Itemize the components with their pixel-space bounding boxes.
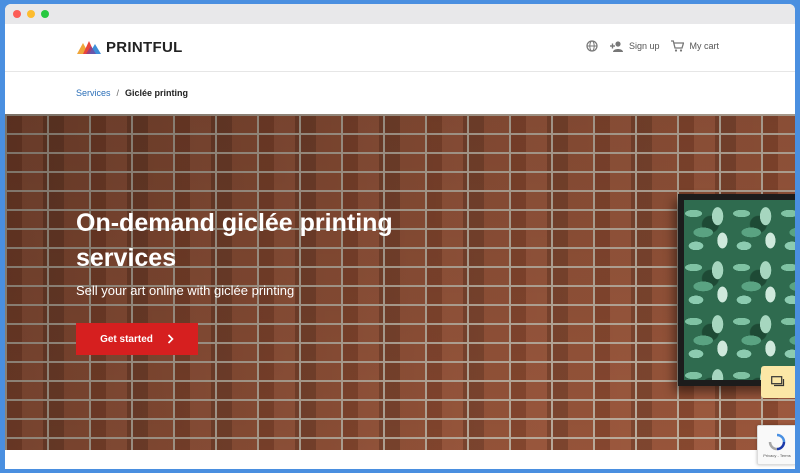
hero-title: On-demand giclée printing services (76, 209, 393, 272)
close-window-button[interactable] (13, 10, 21, 18)
tropical-leaves-artwork (684, 200, 795, 380)
recaptcha-icon (768, 433, 786, 450)
breadcrumb-separator: / (116, 88, 120, 98)
my-cart-label: My cart (689, 41, 719, 51)
logo-text: PRINTFUL (106, 39, 183, 56)
sign-up-label: Sign up (628, 41, 660, 51)
hero-subtitle: Sell your art online with giclée printin… (76, 283, 295, 298)
browser-titlebar (5, 4, 795, 24)
my-cart-link[interactable]: My cart (671, 40, 719, 52)
chat-widget-button[interactable] (761, 366, 795, 398)
framed-art-print (678, 194, 795, 386)
maximize-window-button[interactable] (41, 10, 49, 18)
breadcrumb-current: Giclée printing (125, 88, 189, 98)
logo-mark-icon (77, 41, 101, 54)
sign-up-link[interactable]: Sign up (609, 40, 660, 52)
get-started-button[interactable]: Get started (76, 323, 198, 355)
browser-window: PRINTFUL Sign up My cart Services / Gicl… (5, 4, 795, 469)
recaptcha-badge[interactable]: Privacy - Terms (757, 425, 795, 465)
minimize-window-button[interactable] (27, 10, 35, 18)
cart-icon (671, 40, 685, 52)
chat-icon (771, 376, 785, 387)
add-user-icon (609, 40, 623, 52)
hero-banner: On-demand giclée printing services Sell … (5, 114, 795, 450)
breadcrumb-services-link[interactable]: Services (76, 88, 111, 98)
chevron-right-icon (167, 334, 174, 344)
get-started-label: Get started (100, 333, 153, 345)
printful-logo[interactable]: PRINTFUL (77, 39, 183, 56)
hero-overlay (5, 114, 795, 450)
language-selector[interactable] (586, 40, 598, 52)
recaptcha-text: Privacy - Terms (763, 452, 791, 458)
site-header: PRINTFUL Sign up My cart (5, 24, 795, 72)
header-nav: Sign up My cart (586, 40, 719, 52)
globe-icon (586, 40, 598, 52)
breadcrumb: Services / Giclée printing (5, 72, 795, 114)
